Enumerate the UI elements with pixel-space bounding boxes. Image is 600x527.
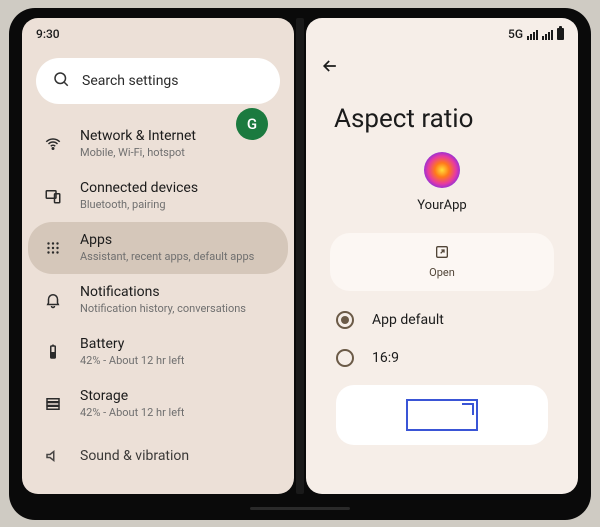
menu-title: Battery: [80, 336, 184, 352]
radio-unchecked-icon: [336, 349, 354, 367]
settings-menu: Network & Internet Mobile, Wi-Fi, hotspo…: [22, 112, 294, 482]
open-button[interactable]: Open: [330, 233, 554, 291]
menu-title: Storage: [80, 388, 184, 404]
page-title: Aspect ratio: [306, 86, 578, 148]
app-header: YourApp: [306, 148, 578, 223]
menu-title: Connected devices: [80, 180, 198, 196]
battery-status-icon: [557, 28, 564, 40]
menu-subtitle: Notification history, conversations: [80, 302, 246, 315]
sidebar-item-apps[interactable]: Apps Assistant, recent apps, default app…: [28, 222, 288, 274]
aspect-preview-frame: [406, 399, 478, 431]
menu-title: Network & Internet: [80, 128, 196, 144]
status-bar-right: 5G: [306, 18, 578, 50]
menu-subtitle: 42% - About 12 hr left: [80, 354, 184, 367]
option-label: App default: [372, 312, 444, 328]
radio-checked-icon: [336, 311, 354, 329]
sidebar-item-sound[interactable]: Sound & vibration: [28, 430, 288, 482]
menu-subtitle: Mobile, Wi-Fi, hotspot: [80, 146, 196, 159]
nav-handle[interactable]: [250, 507, 350, 510]
signal-icon: [542, 28, 553, 40]
sidebar-item-battery[interactable]: Battery 42% - About 12 hr left: [28, 326, 288, 378]
sidebar-item-devices[interactable]: Connected devices Bluetooth, pairing: [28, 170, 288, 222]
menu-subtitle: Assistant, recent apps, default apps: [80, 250, 254, 263]
network-label: 5G: [508, 27, 523, 41]
option-label: 16:9: [372, 350, 399, 366]
hinge: [296, 18, 304, 494]
menu-subtitle: Bluetooth, pairing: [80, 198, 198, 211]
option-16-9[interactable]: 16:9: [306, 339, 578, 377]
app-icon: [424, 152, 460, 188]
open-external-icon: [434, 244, 450, 264]
battery-icon: [42, 341, 64, 363]
back-button[interactable]: [306, 50, 578, 86]
aspect-preview: [336, 385, 548, 445]
sidebar-item-notifications[interactable]: Notifications Notification history, conv…: [28, 274, 288, 326]
menu-title: Apps: [80, 232, 254, 248]
search-icon: [52, 70, 70, 92]
bell-icon: [42, 289, 64, 311]
search-input[interactable]: Search settings: [36, 58, 280, 104]
devices-icon: [42, 185, 64, 207]
signal-icon: [527, 28, 538, 40]
menu-title: Notifications: [80, 284, 246, 300]
status-time: 9:30: [36, 27, 60, 41]
menu-title: Sound & vibration: [80, 448, 189, 464]
search-placeholder: Search settings: [82, 73, 274, 89]
option-app-default[interactable]: App default: [306, 301, 578, 339]
sound-icon: [42, 445, 64, 467]
wifi-icon: [42, 133, 64, 155]
sidebar-item-storage[interactable]: Storage 42% - About 12 hr left: [28, 378, 288, 430]
status-bar-left: 9:30: [22, 18, 294, 50]
apps-icon: [42, 237, 64, 259]
app-name: YourApp: [417, 198, 466, 213]
storage-icon: [42, 393, 64, 415]
open-label: Open: [429, 266, 455, 279]
menu-subtitle: 42% - About 12 hr left: [80, 406, 184, 419]
avatar[interactable]: G: [236, 108, 268, 140]
